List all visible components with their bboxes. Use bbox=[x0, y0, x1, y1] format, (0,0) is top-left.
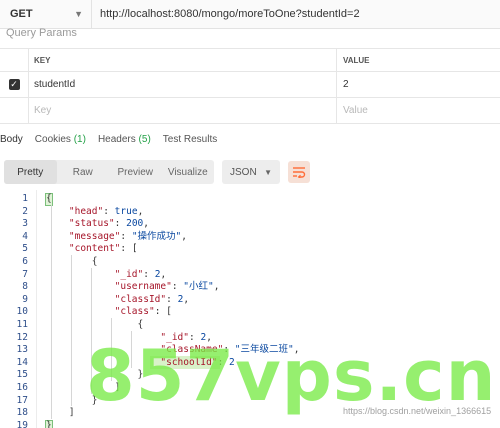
response-body-code[interactable]: 1 {2 "head": true, 3 "status": 200, 4 "mess… bbox=[0, 190, 500, 428]
code-text: } bbox=[46, 394, 98, 406]
tab-headers-label: Headers bbox=[97, 133, 136, 145]
tab-body[interactable]: Body bbox=[0, 134, 23, 145]
code-text: { bbox=[46, 319, 144, 330]
code-text: { bbox=[46, 256, 98, 267]
chevron-down-icon: ▼ bbox=[264, 167, 272, 177]
response-toolbar: Pretty Raw Preview Visualize JSON ▼ bbox=[4, 160, 310, 184]
param-row: ✓ studentId 2 bbox=[0, 72, 500, 98]
code-text: "message": "操作成功", bbox=[68, 230, 188, 242]
tab-cookies-label: Cookies bbox=[34, 133, 71, 145]
tab-cookies[interactable]: Cookies (1) bbox=[35, 134, 86, 145]
params-header-row: KEY VALUE bbox=[0, 49, 500, 72]
header-key-label: KEY bbox=[34, 55, 51, 65]
line-number: 18 bbox=[16, 407, 28, 419]
wrap-lines-button[interactable] bbox=[288, 161, 310, 183]
header-value: VALUE bbox=[337, 49, 500, 71]
line-number: 2 bbox=[22, 205, 28, 217]
line-number: 13 bbox=[16, 344, 28, 356]
line-number: 5 bbox=[22, 243, 28, 255]
code-text: "_id": 2, bbox=[160, 331, 212, 343]
code-text: "username": "小红", bbox=[114, 281, 220, 293]
code-text: } bbox=[46, 369, 144, 381]
chevron-down-icon: ▼ bbox=[74, 9, 83, 19]
code-text: "content": [ bbox=[68, 243, 138, 255]
header-key: KEY bbox=[29, 49, 337, 71]
tab-body-label: Body bbox=[0, 133, 23, 145]
line-number: 10 bbox=[16, 306, 28, 318]
code-text: ] bbox=[46, 407, 75, 419]
param-check-cell[interactable]: ✓ bbox=[0, 72, 29, 97]
param-key-placeholder[interactable]: Key bbox=[29, 98, 337, 123]
param-value-placeholder[interactable]: Value bbox=[337, 98, 500, 123]
params-table: KEY VALUE ✓ studentId 2 Key Value bbox=[0, 48, 500, 124]
line-number: 12 bbox=[16, 331, 28, 343]
format-label: JSON bbox=[230, 166, 257, 178]
code-text: "className": "三年级二班", bbox=[160, 344, 300, 356]
line-number: 7 bbox=[22, 268, 28, 280]
code-text: "class": [ bbox=[114, 306, 172, 318]
line-number: 17 bbox=[16, 394, 28, 406]
view-mode-group: Pretty Raw Preview Visualize bbox=[4, 160, 214, 184]
param-key[interactable]: studentId bbox=[29, 72, 337, 97]
line-number: 19 bbox=[16, 419, 28, 428]
code-text: { bbox=[46, 193, 52, 204]
code-text: "schoolId": 2 bbox=[160, 356, 235, 368]
postman-window: GET ▼ http://localhost:8080/mongo/moreTo… bbox=[0, 0, 500, 428]
code-text: } bbox=[46, 419, 52, 428]
query-params-title: Query Params bbox=[6, 28, 77, 39]
code-text: "head": true, bbox=[68, 205, 144, 217]
view-pretty-button[interactable]: Pretty bbox=[4, 160, 57, 184]
request-bar: GET ▼ http://localhost:8080/mongo/moreTo… bbox=[0, 0, 500, 29]
header-check-cell bbox=[0, 49, 29, 71]
gutter-divider bbox=[36, 190, 37, 428]
code-text: "classId": 2, bbox=[114, 293, 190, 305]
line-number: 14 bbox=[16, 356, 28, 368]
line-number: 16 bbox=[16, 382, 28, 393]
watermark-url: https://blog.csdn.net/weixin_1366615 bbox=[343, 406, 492, 416]
view-raw-button[interactable]: Raw bbox=[57, 160, 110, 184]
tab-headers-count: (5) bbox=[138, 133, 151, 145]
tab-test-results[interactable]: Test Results bbox=[163, 134, 217, 145]
check-icon[interactable]: ✓ bbox=[8, 79, 20, 90]
code-text: "status": 200, bbox=[68, 218, 150, 230]
format-select[interactable]: JSON ▼ bbox=[222, 160, 280, 184]
view-visualize-button[interactable]: Visualize bbox=[162, 160, 215, 184]
line-number: 11 bbox=[16, 319, 28, 330]
line-number: 15 bbox=[16, 369, 28, 381]
tab-headers[interactable]: Headers (5) bbox=[98, 134, 151, 145]
view-preview-button[interactable]: Preview bbox=[109, 160, 162, 184]
line-number: 4 bbox=[22, 230, 28, 242]
param-row-empty: Key Value bbox=[0, 98, 500, 124]
param-value[interactable]: 2 bbox=[337, 72, 500, 97]
code-text: "_id": 2, bbox=[114, 268, 167, 280]
tab-cookies-count: (1) bbox=[73, 133, 86, 145]
response-tabs: Body Cookies (1) Headers (5) Test Result… bbox=[0, 127, 500, 151]
line-number: 6 bbox=[22, 256, 28, 267]
method-select[interactable]: GET ▼ bbox=[0, 0, 92, 28]
line-number: 1 bbox=[22, 193, 28, 204]
param-check-cell-empty bbox=[0, 98, 29, 123]
tab-test-results-label: Test Results bbox=[162, 133, 218, 145]
url-input[interactable]: http://localhost:8080/mongo/moreToOne?st… bbox=[92, 0, 500, 28]
line-number: 8 bbox=[22, 281, 28, 293]
header-value-label: VALUE bbox=[343, 55, 370, 65]
line-number: 3 bbox=[22, 218, 28, 230]
method-label: GET bbox=[10, 8, 33, 20]
code-text: ] bbox=[46, 382, 121, 393]
line-number: 9 bbox=[22, 293, 28, 305]
wrap-lines-icon bbox=[293, 167, 306, 178]
